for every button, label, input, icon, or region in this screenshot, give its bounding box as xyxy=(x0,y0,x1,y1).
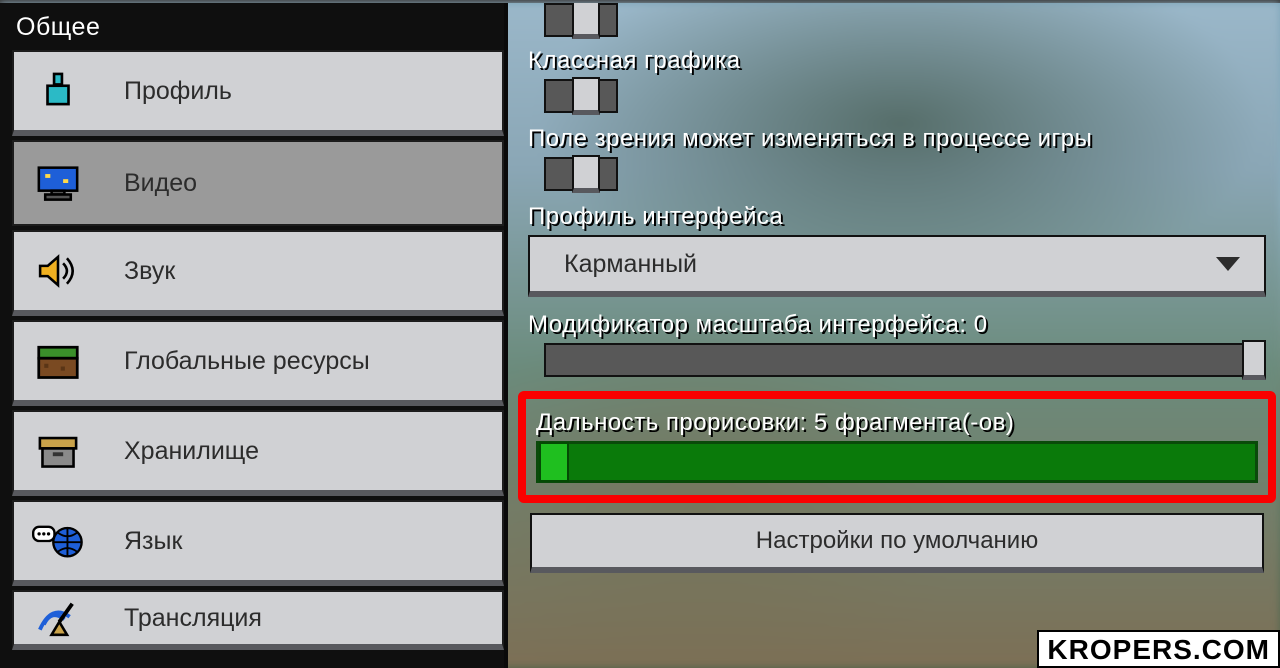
globe-chat-icon xyxy=(32,515,84,567)
sidebar-item-broadcast[interactable]: Трансляция xyxy=(12,590,504,650)
toggle-unknown-top[interactable] xyxy=(544,3,618,37)
toggle-fov-change[interactable] xyxy=(544,157,618,191)
label-ui-profile: Профиль интерфейса xyxy=(528,203,1266,231)
toggle-thumb xyxy=(572,77,600,115)
speaker-icon xyxy=(32,245,84,297)
sidebar-item-profile[interactable]: Профиль xyxy=(12,50,504,136)
dropdown-ui-profile[interactable]: Карманный xyxy=(528,235,1266,297)
sidebar-item-label: Профиль xyxy=(124,77,232,106)
highlight-render-distance: Дальность прорисовки: 5 фрагмента(-ов) xyxy=(518,391,1276,503)
slider-thumb[interactable] xyxy=(1242,340,1266,380)
settings-panel: Классная графика Поле зрения может измен… xyxy=(508,3,1280,668)
profile-icon xyxy=(32,65,84,117)
sidebar-item-label: Язык xyxy=(124,527,182,556)
grass-block-icon xyxy=(32,335,84,387)
sidebar-item-label: Видео xyxy=(124,169,197,198)
slider-thumb[interactable] xyxy=(539,442,569,482)
toggle-thumb xyxy=(572,3,600,39)
monitor-icon xyxy=(32,157,84,209)
sidebar-section-header: Общее xyxy=(12,9,504,50)
sidebar-item-label: Трансляция xyxy=(124,604,262,633)
button-label: Настройки по умолчанию xyxy=(756,527,1038,555)
sidebar-item-language[interactable]: Язык xyxy=(12,500,504,586)
label-fancy-graphics: Классная графика xyxy=(528,47,1266,75)
sidebar-item-label: Глобальные ресурсы xyxy=(124,347,370,376)
label-render-distance: Дальность прорисовки: 5 фрагмента(-ов) xyxy=(536,409,1258,437)
label-gui-scale: Модификатор масштаба интерфейса: 0 xyxy=(528,311,1266,339)
archive-icon xyxy=(32,425,84,477)
label-fov-change: Поле зрения может изменяться в процессе … xyxy=(528,125,1266,153)
sidebar-item-label: Звук xyxy=(124,257,175,286)
sidebar-item-video[interactable]: Видео xyxy=(12,140,504,226)
sidebar-item-sound[interactable]: Звук xyxy=(12,230,504,316)
slider-render-distance[interactable] xyxy=(536,441,1258,483)
toggle-fancy-graphics[interactable] xyxy=(544,79,618,113)
reset-defaults-button[interactable]: Настройки по умолчанию xyxy=(530,513,1264,573)
sidebar-item-global-resources[interactable]: Глобальные ресурсы xyxy=(12,320,504,406)
antenna-icon xyxy=(32,592,84,644)
watermark: KROPERS.COM xyxy=(1037,630,1280,668)
settings-sidebar: Общее Профиль Видео Звук xyxy=(0,3,508,668)
dropdown-value: Карманный xyxy=(564,250,697,279)
toggle-thumb xyxy=(572,155,600,193)
slider-gui-scale[interactable] xyxy=(544,343,1266,377)
sidebar-item-label: Хранилище xyxy=(124,437,259,466)
sidebar-item-storage[interactable]: Хранилище xyxy=(12,410,504,496)
chevron-down-icon xyxy=(1216,257,1240,271)
